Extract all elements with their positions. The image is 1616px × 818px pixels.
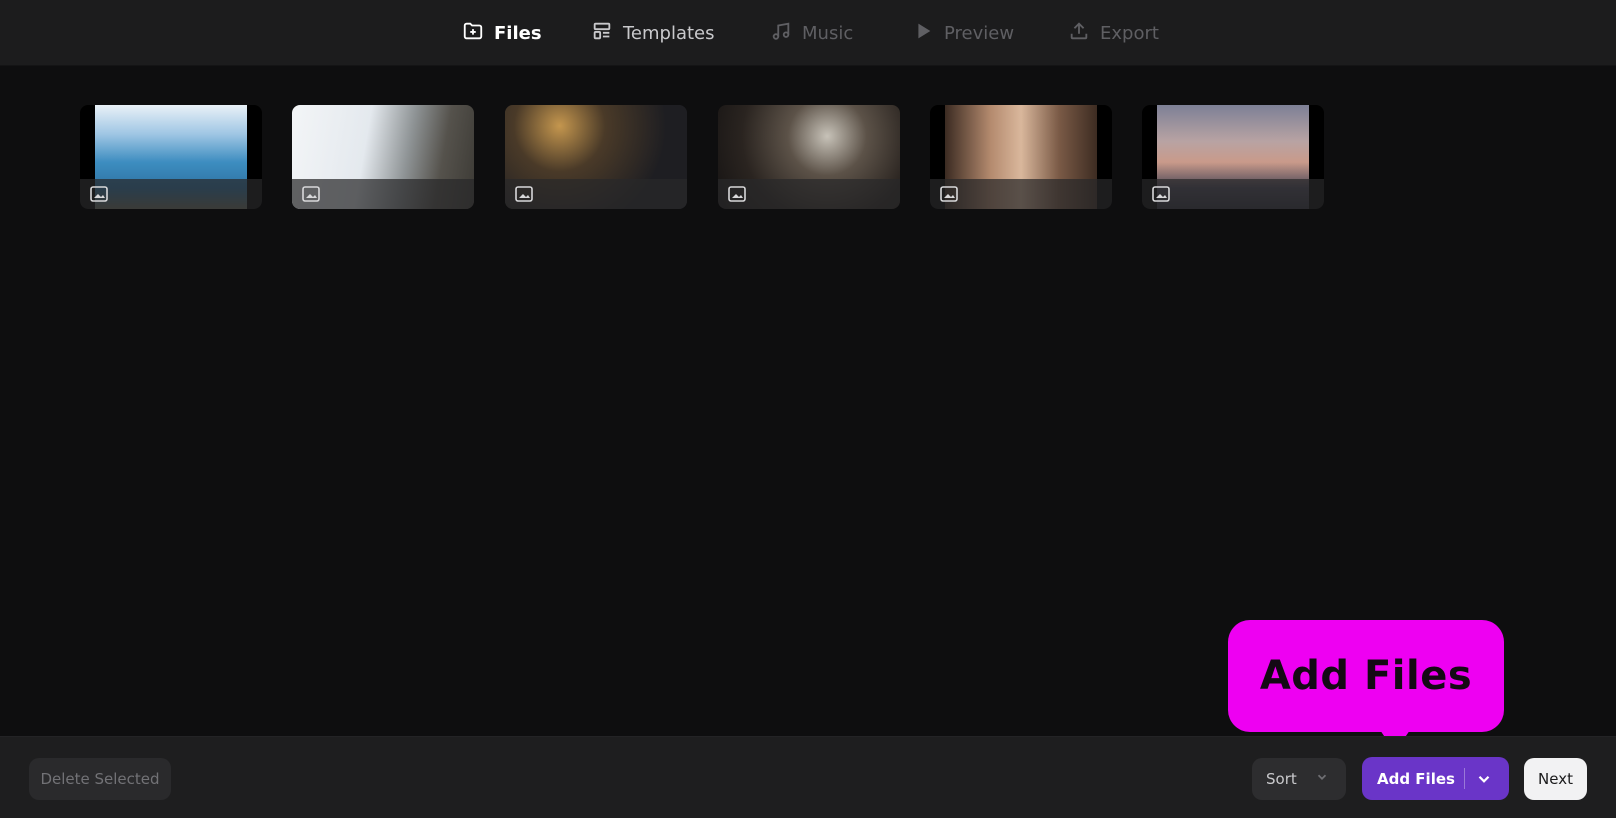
bottom-toolbar: Delete Selected Sort Add Files Next (0, 736, 1616, 818)
media-thumbnail[interactable] (930, 105, 1112, 209)
add-files-button[interactable]: Add Files (1362, 757, 1509, 800)
tab-music-label: Music (802, 22, 854, 44)
media-thumbnail[interactable] (292, 105, 474, 209)
media-thumbnail[interactable] (1142, 105, 1324, 209)
play-icon (912, 20, 934, 47)
media-thumbnail[interactable] (718, 105, 900, 209)
sort-dropdown[interactable]: Sort (1252, 758, 1346, 800)
chevron-down-icon (1315, 770, 1329, 788)
tab-files[interactable]: Files (462, 19, 542, 47)
media-thumbnail[interactable] (505, 105, 687, 209)
image-icon (728, 186, 746, 202)
delete-selected-button[interactable]: Delete Selected (29, 758, 171, 800)
tab-templates-label: Templates (623, 22, 715, 44)
add-files-callout: Add Files (1228, 620, 1504, 752)
tab-files-label: Files (494, 22, 542, 44)
upload-icon (1068, 20, 1090, 47)
next-button[interactable]: Next (1524, 758, 1587, 800)
tab-music[interactable]: Music (770, 19, 853, 47)
image-icon (1152, 186, 1170, 202)
top-nav: Files Templates Music Preview Export (0, 0, 1616, 66)
tab-export[interactable]: Export (1068, 19, 1159, 47)
callout-text: Add Files (1259, 653, 1473, 699)
tab-preview-label: Preview (944, 22, 1015, 44)
tab-export-label: Export (1100, 22, 1159, 44)
sort-label: Sort (1266, 770, 1297, 788)
image-icon (940, 186, 958, 202)
image-icon (90, 186, 108, 202)
tab-templates[interactable]: Templates (591, 19, 715, 47)
folder-plus-icon (462, 20, 484, 47)
image-icon (515, 186, 533, 202)
media-thumbnail[interactable] (80, 105, 262, 209)
add-files-label: Add Files (1377, 769, 1455, 788)
image-icon (302, 186, 320, 202)
add-files-dropdown-icon[interactable] (1475, 770, 1493, 788)
music-note-icon (770, 20, 792, 47)
tab-preview[interactable]: Preview (912, 19, 1014, 47)
template-icon (591, 20, 613, 47)
